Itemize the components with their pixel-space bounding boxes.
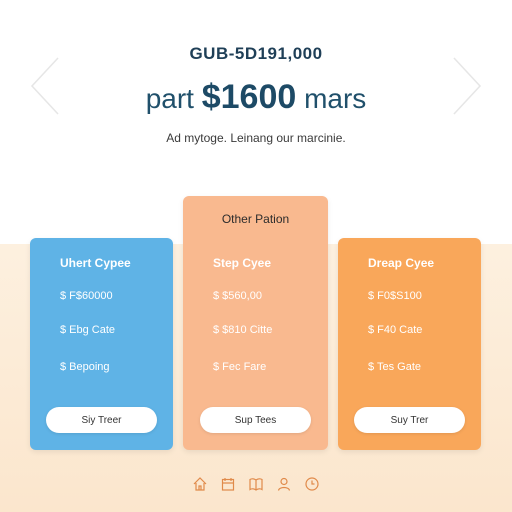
card-feature: $ $560,00 [213,290,262,302]
book-icon[interactable] [248,476,264,492]
home-icon[interactable] [192,476,208,492]
card-feature: $ Bepoing [60,361,110,373]
footer-icons [0,476,512,492]
card-2-button[interactable]: Sup Tees [200,407,311,433]
headline-price: $1600 [201,78,297,116]
card-feature: $ Tes Gate [368,361,421,373]
card-feature: $ $810 Citte [213,324,273,336]
featured-label: Other Pation [221,212,290,226]
calendar-icon[interactable] [220,476,236,492]
card-feature: $ Ebg Cate [60,324,116,336]
headline-pre: part [145,83,194,114]
card-feature: $ F0$S100 [368,290,422,302]
page-kicker: GUB-5D191,000 [189,44,323,63]
user-icon[interactable] [276,476,292,492]
card-feature: $ F40 Cate [368,324,423,336]
card-title: Step Cyee [213,256,272,270]
pricing-card-2: Other Pation Step Cyee $ $560,00 $ $810 … [183,196,328,450]
headline-post: mars [304,83,367,114]
pricing-card-1: Uhert Cypee $ F$60000 $ Ebg Cate $ Bepoi… [30,238,173,450]
card-title: Dreap Cyee [368,256,435,270]
card-feature: $ F$60000 [60,290,113,302]
card-1-button[interactable]: Siy Treer [46,407,157,433]
tagline: Ad mytoge. Leinang our marcinie. [166,131,346,145]
card-3-button[interactable]: Suy Trer [354,407,465,433]
card-feature: $ Fec Fare [213,361,267,373]
headline: part $1600 mars [0,78,512,117]
card-title: Uhert Cypee [60,256,131,270]
pricing-card-3: Dreap Cyee $ F0$S100 $ F40 Cate $ Tes Ga… [338,238,481,450]
clock-icon[interactable] [304,476,320,492]
